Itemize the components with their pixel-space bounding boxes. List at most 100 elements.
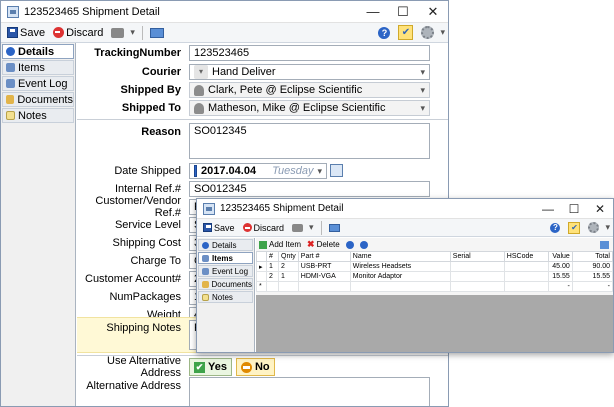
section-divider — [77, 119, 448, 120]
sidebar-item-details[interactable]: Details — [198, 239, 253, 251]
alt-address-textarea[interactable] — [189, 377, 430, 406]
person-icon — [194, 84, 204, 96]
cell[interactable] — [503, 261, 549, 272]
save-button[interactable]: Save — [200, 222, 238, 234]
email-icon — [328, 223, 340, 232]
internal-ref-input[interactable]: SO012345 — [189, 181, 430, 197]
shipped-by-row: Shipped By Clark, Pete @ Eclipse Scienti… — [77, 81, 448, 99]
print-button[interactable]: ▾ — [289, 221, 317, 234]
items-window-title: 123523465 Shipment Detail — [220, 203, 344, 214]
sidebar-item-items[interactable]: Items — [2, 60, 74, 75]
discard-icon — [242, 223, 252, 232]
pin-button[interactable]: ✔ — [565, 221, 583, 235]
sidebar-item-documents[interactable]: Documents — [2, 92, 74, 107]
shipped-to-select[interactable]: Matheson, Mike @ Eclipse Scientific ▾ — [189, 100, 430, 116]
sidebar-item-event-log[interactable]: Event Log — [198, 265, 253, 277]
new-row-marker: * — [256, 281, 267, 292]
shipping-cost-label: Shipping Cost — [112, 237, 182, 249]
toolbar: Save Discard ▾ ? ✔ ▾ — [1, 23, 448, 43]
notes-icon — [202, 293, 209, 301]
sidebar-item-details[interactable]: Details — [2, 44, 74, 59]
date-picker[interactable]: 2017.04.04 Tuesday ▾ — [189, 163, 327, 179]
tracking-input[interactable]: 123523465 — [189, 45, 430, 61]
discard-button[interactable]: Discard — [50, 26, 106, 40]
column-header[interactable]: Serial — [449, 251, 505, 262]
minimize-icon[interactable]: — — [535, 202, 561, 216]
items-table: # Qnty Part # Name Serial HSCode Value T… — [256, 251, 613, 292]
reason-textarea[interactable]: SO012345 — [189, 123, 430, 159]
close-icon[interactable]: ✕ — [418, 4, 448, 20]
cell[interactable]: 45.00 — [547, 261, 573, 272]
shipped-by-select[interactable]: Clark, Pete @ Eclipse Scientific ▾ — [189, 82, 430, 98]
export-icon[interactable] — [600, 240, 609, 249]
column-header[interactable]: Total — [571, 251, 613, 262]
yes-button[interactable]: ✔ Yes — [189, 358, 232, 376]
email-button[interactable] — [326, 223, 343, 233]
cell[interactable]: Wireless Headsets — [349, 261, 451, 272]
cell[interactable]: - — [547, 281, 573, 292]
customer-account-label: Customer Account# — [85, 273, 181, 285]
add-item-button[interactable]: Add Item — [259, 240, 301, 249]
column-header[interactable]: HSCode — [503, 251, 549, 262]
close-icon[interactable]: ✕ — [587, 202, 613, 216]
pin-button[interactable]: ✔ — [395, 24, 416, 41]
shipped-by-label: Shipped By — [120, 84, 181, 96]
person-icon — [194, 102, 204, 114]
table-row[interactable]: ▸ 1 2 USB-PRT Wireless Headsets 45.00 90… — [256, 261, 613, 272]
cell[interactable] — [503, 271, 549, 282]
cell[interactable] — [503, 281, 549, 292]
cell[interactable] — [349, 281, 451, 292]
delete-button[interactable]: ✖ Delete — [307, 239, 340, 250]
sidebar-item-documents[interactable]: Documents — [198, 278, 253, 290]
grid-empty-area — [256, 295, 613, 352]
calendar-button[interactable] — [330, 164, 343, 177]
column-header[interactable]: Part # — [297, 251, 351, 262]
sidebar-item-notes[interactable]: Notes — [2, 108, 74, 123]
cell[interactable]: 1 — [278, 271, 299, 282]
help-button[interactable]: ? — [375, 26, 393, 40]
sidebar: Details Items Event Log Documents Notes — [1, 43, 76, 406]
table-row[interactable]: 2 1 HDMI-VGA Monitor Adaptor 15.55 15.55 — [256, 271, 613, 282]
settings-button[interactable]: ▾ — [418, 25, 448, 40]
cell[interactable]: HDMI-VGA — [297, 271, 351, 282]
move-down-icon[interactable] — [359, 240, 368, 249]
cell[interactable] — [297, 281, 351, 292]
dropdown-arrow-icon: ▾ — [420, 66, 425, 77]
gear-icon — [421, 26, 435, 39]
move-up-icon[interactable] — [345, 240, 354, 249]
cell[interactable] — [449, 271, 505, 282]
email-button[interactable] — [147, 27, 167, 39]
cell[interactable] — [449, 281, 505, 292]
help-button[interactable]: ? — [547, 222, 563, 234]
courier-select[interactable]: ▾ Hand Deliver ▾ — [189, 64, 430, 80]
save-button[interactable]: Save — [4, 26, 48, 40]
cell[interactable] — [449, 261, 505, 272]
info-icon — [6, 47, 15, 56]
column-header[interactable]: Value — [547, 251, 573, 262]
table-header: # Qnty Part # Name Serial HSCode Value T… — [256, 251, 613, 262]
no-button[interactable]: No — [235, 358, 275, 376]
shipped-to-row: Shipped To Matheson, Mike @ Eclipse Scie… — [77, 99, 448, 117]
sidebar-item-event-log[interactable]: Event Log — [2, 76, 74, 91]
notes-icon — [6, 111, 15, 120]
settings-button[interactable]: ▾ — [585, 221, 613, 234]
dropdown-arrow-icon: ▾ — [420, 84, 425, 95]
new-row[interactable]: * - - — [256, 281, 613, 292]
cell[interactable]: Monitor Adaptor — [349, 271, 451, 282]
column-header[interactable]: Qnty — [278, 251, 299, 262]
print-button[interactable]: ▾ — [108, 26, 138, 39]
column-header[interactable]: # — [266, 251, 279, 262]
minimize-icon[interactable]: — — [358, 4, 388, 19]
check-icon: ✔ — [194, 361, 205, 373]
maximize-icon[interactable]: ☐ — [388, 4, 418, 20]
sidebar-item-notes[interactable]: Notes — [198, 291, 253, 303]
discard-button[interactable]: Discard — [240, 222, 288, 234]
cell[interactable]: USB-PRT — [297, 261, 351, 272]
column-header[interactable]: Name — [349, 251, 451, 262]
cell[interactable]: 2 — [278, 261, 299, 272]
cell[interactable]: 15.55 — [547, 271, 573, 282]
cell[interactable] — [278, 281, 299, 292]
event-log-icon — [6, 79, 15, 88]
sidebar-item-items[interactable]: Items — [198, 252, 253, 264]
maximize-icon[interactable]: ☐ — [561, 202, 587, 216]
